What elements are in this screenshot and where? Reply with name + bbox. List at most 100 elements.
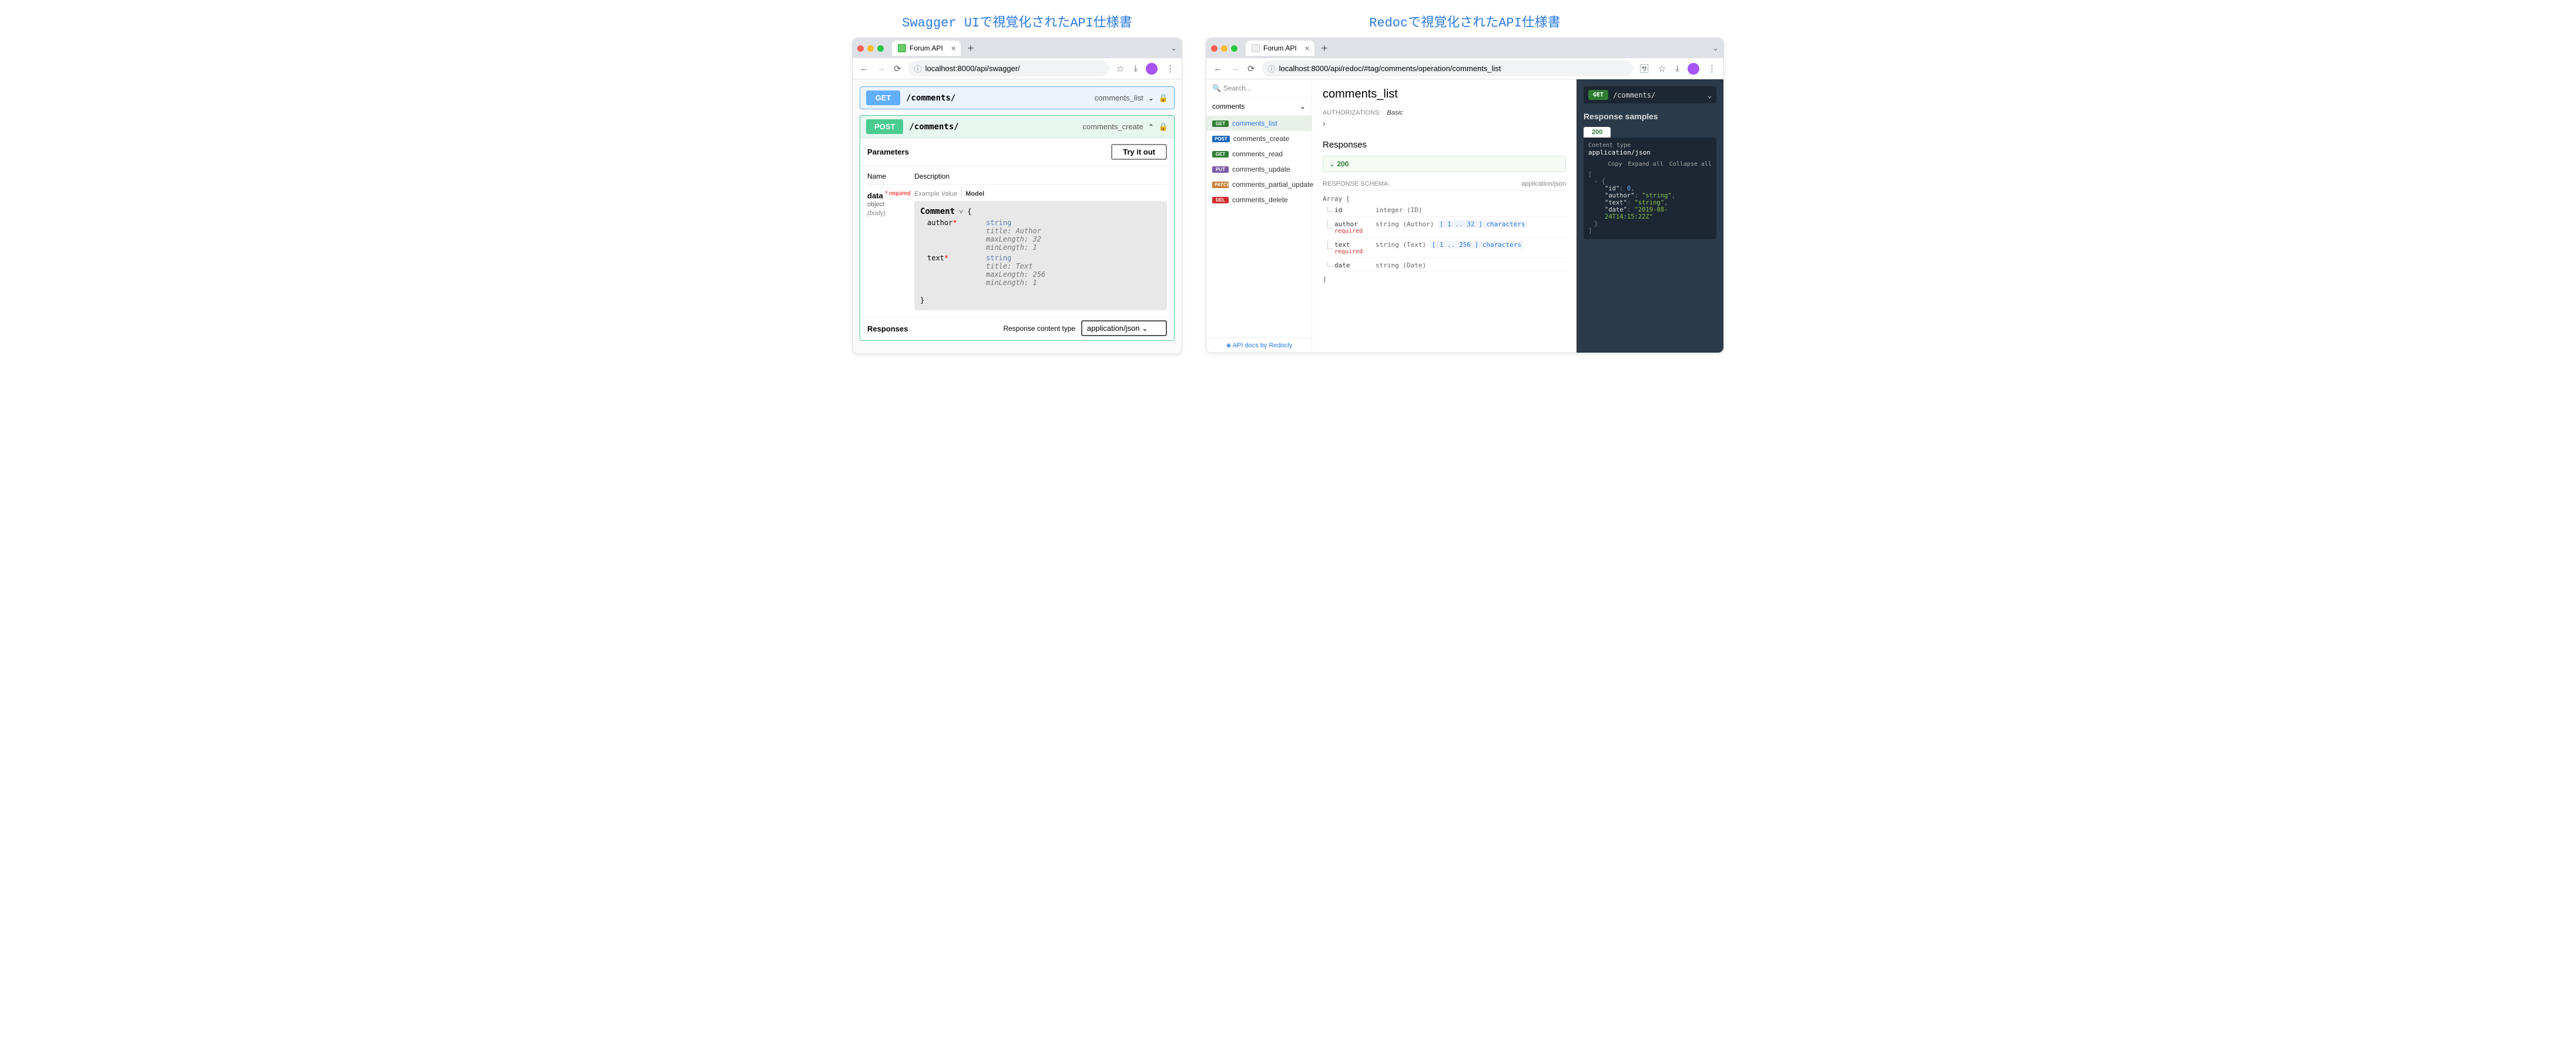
search-input[interactable]: 🔍Search... bbox=[1206, 79, 1312, 98]
collapse-all-button[interactable]: Collapse all bbox=[1669, 161, 1712, 167]
new-tab-button[interactable]: + bbox=[1318, 42, 1331, 55]
model-tab[interactable]: Model bbox=[961, 190, 984, 197]
close-tab-icon[interactable]: × bbox=[1305, 43, 1310, 53]
prop-required: * bbox=[952, 219, 957, 227]
brace-open: ˅ { bbox=[955, 207, 971, 216]
url-input[interactable]: ⓘ localhost:8000/api/swagger/ bbox=[908, 61, 1109, 76]
close-window-icon[interactable] bbox=[857, 45, 864, 52]
maximize-window-icon[interactable] bbox=[1231, 45, 1237, 52]
prop-min: minLength: 1 bbox=[986, 279, 1045, 287]
responses-heading: Responses bbox=[1323, 140, 1566, 150]
model-box: Comment ˅ { author* string title: Author… bbox=[914, 201, 1167, 310]
sidebar-item-comments_list[interactable]: GETcomments_list bbox=[1206, 116, 1312, 131]
sidebar-item-label: comments_delete bbox=[1232, 196, 1288, 204]
chevron-down-icon: ⌄ bbox=[1142, 324, 1148, 333]
auth-expand-icon[interactable]: › bbox=[1323, 119, 1566, 128]
new-tab-button[interactable]: + bbox=[964, 42, 978, 55]
th-name: Name bbox=[867, 172, 914, 180]
copy-button[interactable]: Copy bbox=[1608, 161, 1622, 167]
url-input[interactable]: ⓘ localhost:8000/api/redoc/#tag/comments… bbox=[1262, 61, 1633, 76]
profile-icon[interactable] bbox=[1146, 63, 1158, 75]
address-bar: ← → ⟳ ⓘ localhost:8000/api/swagger/ ☆ ⤓ … bbox=[853, 58, 1182, 79]
star-icon[interactable]: ☆ bbox=[1115, 62, 1125, 75]
chevron-down-icon[interactable]: ⌄ bbox=[1170, 43, 1177, 53]
traffic-lights bbox=[857, 45, 884, 52]
try-it-out-button[interactable]: Try it out bbox=[1111, 144, 1167, 160]
download-icon[interactable]: ⤓ bbox=[1674, 62, 1681, 75]
minimize-window-icon[interactable] bbox=[1221, 45, 1227, 52]
prop-author: author bbox=[927, 219, 952, 227]
sidebar-group-comments[interactable]: comments ⌄ bbox=[1206, 98, 1312, 116]
schema-ct: application/json bbox=[1521, 180, 1566, 187]
auth-value: Basic bbox=[1387, 109, 1403, 116]
sidebar-item-label: comments_read bbox=[1232, 150, 1283, 158]
redoc-sidebar: 🔍Search... comments ⌄ GETcomments_listPO… bbox=[1206, 79, 1312, 353]
prop-desc: string (Date) bbox=[1376, 262, 1426, 269]
forward-icon[interactable]: → bbox=[876, 62, 887, 75]
tab-title: Forum API bbox=[1263, 44, 1297, 52]
reload-icon[interactable]: ⟳ bbox=[1246, 62, 1256, 75]
sidebar-item-comments_partial_update[interactable]: PATCHcomments_partial_update bbox=[1206, 177, 1312, 192]
content-type-label: Response content type bbox=[1003, 324, 1075, 333]
prop-range: [ 1 .. 32 ] characters bbox=[1438, 220, 1527, 228]
op-id: comments_create bbox=[1082, 122, 1143, 131]
sidebar-item-comments_read[interactable]: GETcomments_read bbox=[1206, 146, 1312, 162]
download-icon[interactable]: ⤓ bbox=[1132, 62, 1139, 75]
param-required: * required bbox=[885, 190, 910, 197]
auth-label: AUTHORIZATIONS: bbox=[1323, 109, 1381, 116]
forward-icon[interactable]: → bbox=[1229, 62, 1240, 75]
sidebar-item-comments_update[interactable]: PUTcomments_update bbox=[1206, 162, 1312, 177]
menu-icon[interactable]: ⋮ bbox=[1165, 62, 1176, 75]
reload-icon[interactable]: ⟳ bbox=[893, 62, 903, 75]
op-path: /comments/ bbox=[906, 93, 955, 103]
browser-tab[interactable]: Forum API × bbox=[1246, 41, 1314, 56]
redocly-logo-icon: ◈ bbox=[1226, 342, 1231, 349]
array-close: ] bbox=[1323, 276, 1566, 283]
lock-icon[interactable]: 🔒 bbox=[1159, 93, 1168, 103]
group-label: comments bbox=[1212, 102, 1245, 110]
sidebar-item-comments_create[interactable]: POSTcomments_create bbox=[1206, 131, 1312, 146]
browser-swagger: Forum API × + ⌄ ← → ⟳ ⓘ localhost:8000/a… bbox=[852, 38, 1182, 354]
profile-icon[interactable] bbox=[1688, 63, 1699, 75]
content-type-label: Content type bbox=[1588, 142, 1712, 149]
redoc-code-panel: GET /comments/ ⌄ Response samples 200 Co… bbox=[1577, 79, 1723, 353]
star-icon[interactable]: ☆ bbox=[1657, 62, 1667, 75]
caption-swagger: Swagger UIで視覚化されたAPI仕様書 bbox=[852, 12, 1182, 31]
method-badge-icon: PUT bbox=[1212, 166, 1229, 173]
op-header[interactable]: POST /comments/ comments_create ⌃ 🔒 bbox=[860, 116, 1174, 138]
prop-type: string bbox=[986, 219, 1011, 227]
endpoint-chip[interactable]: GET /comments/ ⌄ bbox=[1584, 86, 1716, 103]
close-tab-icon[interactable]: × bbox=[951, 43, 956, 53]
parameters-heading: Parameters bbox=[867, 148, 909, 156]
response-samples-heading: Response samples bbox=[1584, 112, 1716, 121]
prop-type: string bbox=[986, 254, 1011, 262]
back-icon[interactable]: ← bbox=[858, 62, 870, 75]
minimize-window-icon[interactable] bbox=[867, 45, 874, 52]
menu-icon[interactable]: ⋮ bbox=[1706, 62, 1718, 75]
lock-icon[interactable]: 🔒 bbox=[1159, 122, 1168, 132]
browser-tab[interactable]: Forum API × bbox=[892, 41, 961, 56]
expand-all-button[interactable]: Expand all bbox=[1628, 161, 1663, 167]
url-text: localhost:8000/api/swagger/ bbox=[925, 64, 1020, 73]
chevron-up-icon: ⌃ bbox=[1148, 123, 1154, 131]
chevron-down-icon[interactable]: ⌄ bbox=[1712, 43, 1719, 53]
prop-range: [ 1 .. 256 ] characters bbox=[1430, 241, 1523, 249]
browser-redoc: Forum API × + ⌄ ← → ⟳ ⓘ localhost:8000/a… bbox=[1206, 38, 1724, 353]
info-icon: ⓘ bbox=[914, 63, 922, 74]
prop-min: minLength: 1 bbox=[986, 243, 1041, 252]
tab-bar: Forum API × + ⌄ bbox=[1206, 38, 1723, 58]
close-window-icon[interactable] bbox=[1211, 45, 1217, 52]
code-tab-200[interactable]: 200 bbox=[1584, 127, 1611, 138]
translate-icon[interactable]: 🈂 bbox=[1639, 61, 1650, 76]
content-type-select[interactable]: application/json ⌄ bbox=[1081, 320, 1167, 336]
redoc-footer[interactable]: ◈ API docs by Redocly bbox=[1206, 337, 1312, 353]
response-200[interactable]: ⌄ 200 bbox=[1323, 156, 1566, 172]
back-icon[interactable]: ← bbox=[1212, 62, 1223, 75]
model-name: Comment bbox=[920, 207, 955, 216]
sidebar-item-comments_delete[interactable]: DELcomments_delete bbox=[1206, 192, 1312, 207]
footer-text: API docs by Redocly bbox=[1233, 342, 1293, 349]
param-name: data bbox=[867, 191, 883, 200]
operation-get-comments[interactable]: GET /comments/ comments_list ⌄ 🔒 bbox=[860, 86, 1175, 109]
example-value-tab[interactable]: Example Value bbox=[914, 190, 957, 197]
maximize-window-icon[interactable] bbox=[877, 45, 884, 52]
